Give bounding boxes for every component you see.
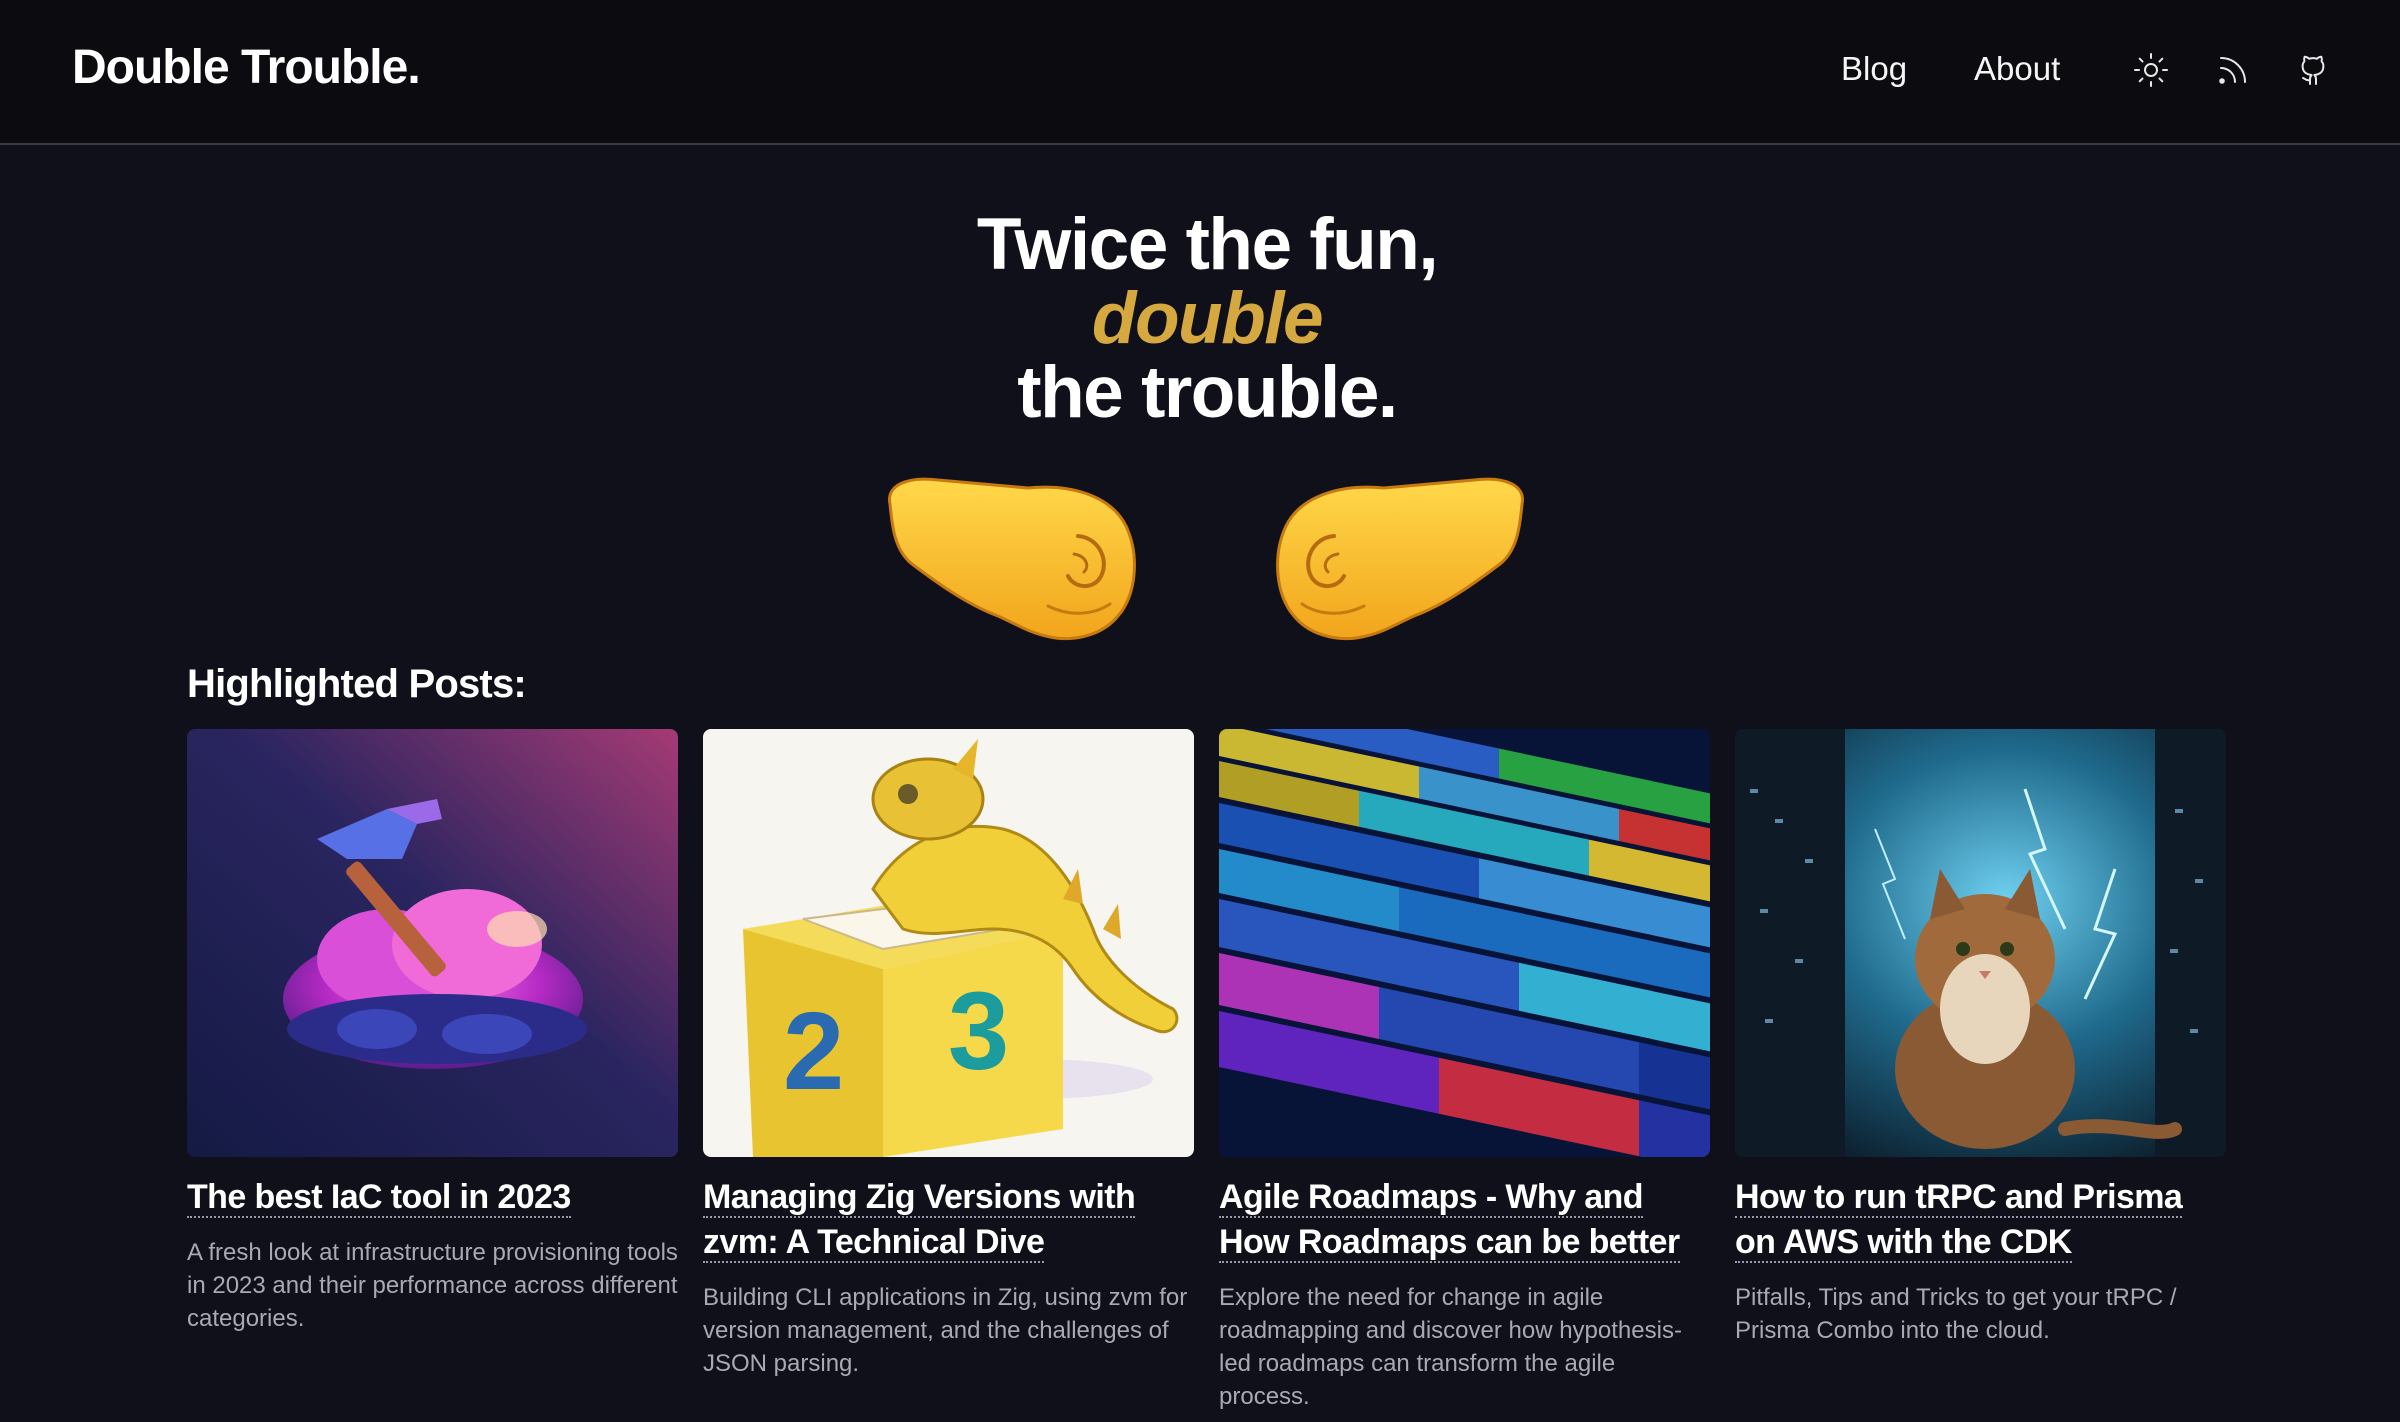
svg-text:2: 2	[783, 990, 844, 1113]
post-title-link[interactable]: The best IaC tool in 2023	[187, 1175, 678, 1220]
top-navigation-bar: Double Trouble. Blog About	[0, 0, 2400, 145]
post-title-link[interactable]: Agile Roadmaps - Why and How Roadmaps ca…	[1219, 1175, 1710, 1265]
highlighted-posts-heading: Highlighted Posts:	[187, 662, 527, 706]
post-title-link[interactable]: Managing Zig Versions with zvm: A Techni…	[703, 1175, 1194, 1265]
post-card: The best IaC tool in 2023 A fresh look a…	[187, 729, 678, 1335]
post-description: Pitfalls, Tips and Tricks to get your tR…	[1735, 1284, 2177, 1344]
post-title-text[interactable]: Agile Roadmaps - Why and How Roadmaps ca…	[1219, 1178, 1680, 1263]
nav-link-blog[interactable]: Blog	[1841, 50, 1907, 88]
post-description: Explore the need for change in agile roa…	[1219, 1284, 1682, 1410]
site-brand-logo[interactable]: Double Trouble.	[72, 40, 421, 95]
post-card: How to run tRPC and Prisma on AWS with t…	[1735, 729, 2226, 1347]
sun-icon[interactable]	[2131, 50, 2171, 90]
post-thumbnail-cat-lightning[interactable]	[1735, 729, 2226, 1157]
hero-accent-word: double	[1091, 278, 1324, 359]
post-title-link[interactable]: How to run tRPC and Prisma on AWS with t…	[1735, 1175, 2226, 1265]
hero-line-1: Twice the fun,	[976, 204, 1439, 285]
post-description: A fresh look at infrastructure provision…	[187, 1239, 678, 1332]
post-title-text[interactable]: Managing Zig Versions with zvm: A Techni…	[703, 1178, 1136, 1263]
post-title-text[interactable]: The best IaC tool in 2023	[187, 1178, 571, 1218]
post-thumbnail-lizard-box[interactable]: 2 3	[703, 729, 1194, 1157]
rss-icon[interactable]	[2213, 50, 2253, 90]
right-fist-emoji-icon	[1274, 466, 1534, 646]
post-thumbnail-colorful-blocks[interactable]	[1219, 729, 1710, 1157]
post-title-text[interactable]: How to run tRPC and Prisma on AWS with t…	[1735, 1178, 2183, 1263]
github-icon[interactable]	[2295, 50, 2335, 90]
left-fist-emoji-icon	[878, 466, 1138, 646]
post-thumbnail-hammer-cloud[interactable]	[187, 729, 678, 1157]
post-card: Agile Roadmaps - Why and How Roadmaps ca…	[1219, 729, 1710, 1413]
hero-heading: Twice the fun, double the trouble.	[0, 208, 2400, 430]
post-card: 2 3 Managing Zig Versions with zvm: A Te…	[703, 729, 1194, 1380]
nav-link-about[interactable]: About	[1974, 50, 2060, 88]
svg-text:3: 3	[948, 970, 1009, 1093]
post-description: Building CLI applications in Zig, using …	[703, 1284, 1188, 1377]
hero-line-3: the trouble.	[1017, 352, 1398, 433]
